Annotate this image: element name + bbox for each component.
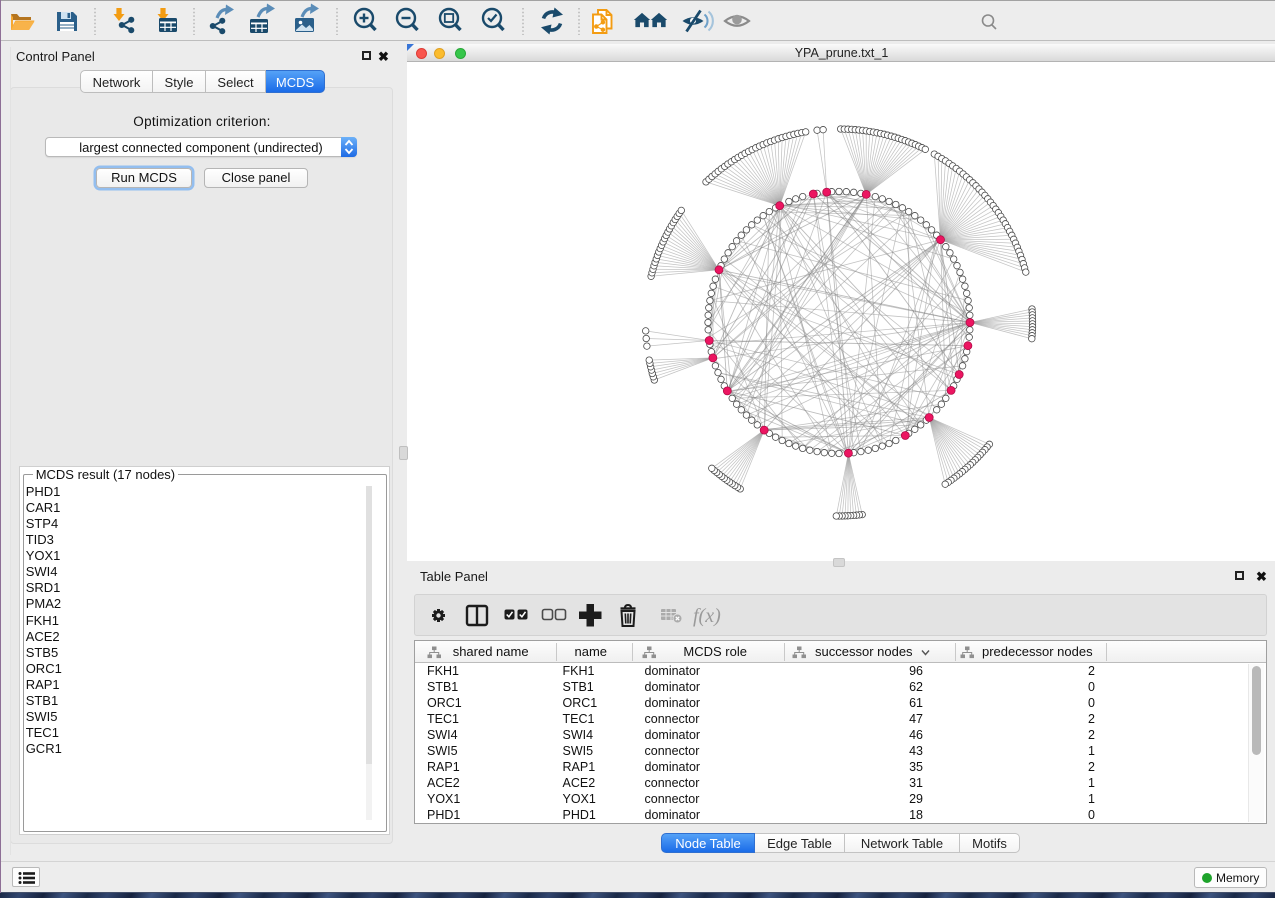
svg-text:f(x): f(x) (693, 605, 721, 627)
